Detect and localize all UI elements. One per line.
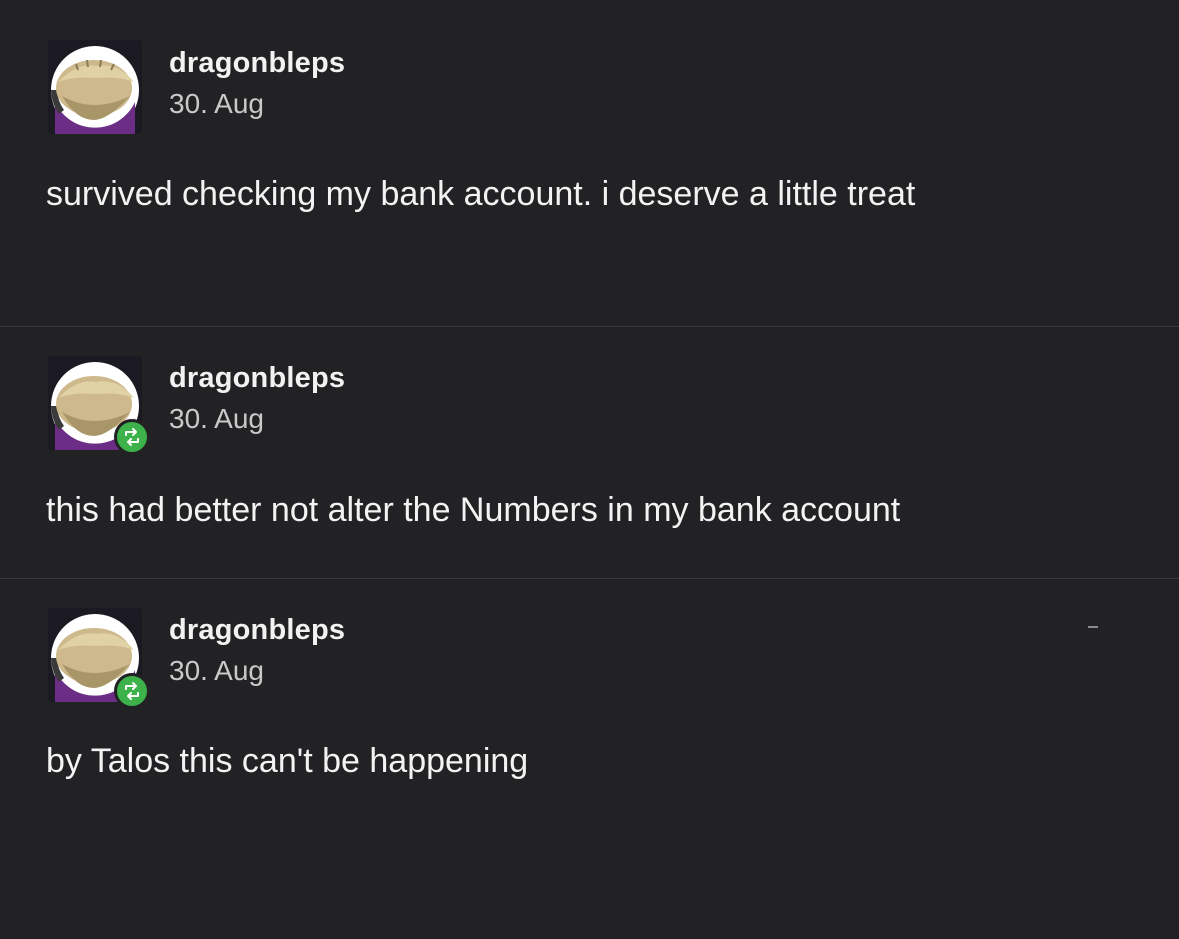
divider: [0, 326, 1179, 327]
reblog-icon: [125, 428, 139, 446]
reblog-badge: [114, 419, 150, 455]
divider: [0, 578, 1179, 579]
scroll-mark: [1088, 626, 1098, 628]
username[interactable]: dragonbleps: [169, 362, 345, 395]
post-text: this had better not alter the Numbers in…: [46, 491, 901, 529]
avatar[interactable]: [48, 40, 142, 134]
reblog-badge: [114, 673, 150, 709]
username[interactable]: dragonbleps: [169, 614, 345, 647]
post-text: survived checking my bank account. i des…: [46, 175, 916, 213]
post-date: 30. Aug: [169, 403, 264, 434]
post-date: 30. Aug: [169, 655, 264, 686]
post-date: 30. Aug: [169, 88, 264, 119]
username[interactable]: dragonbleps: [169, 47, 345, 80]
reblog-icon: [125, 682, 139, 700]
post-text: by Talos this can't be happening: [46, 742, 529, 780]
